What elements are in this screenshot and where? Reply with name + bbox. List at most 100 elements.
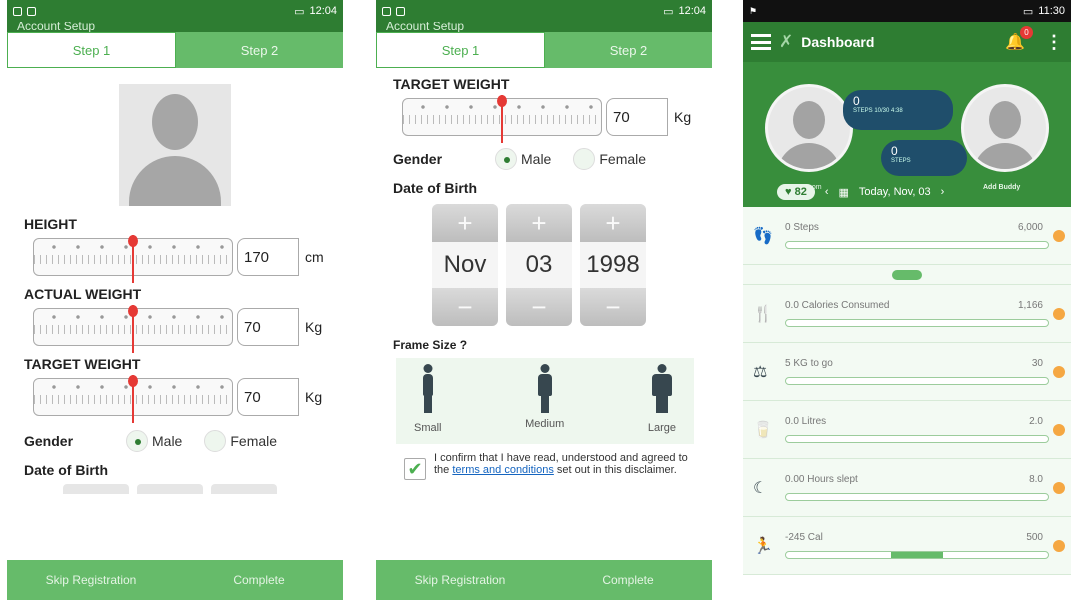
- tab-step1[interactable]: Step 1: [376, 32, 545, 68]
- bell-icon[interactable]: 🔔 0: [1005, 26, 1033, 52]
- target-weight-title: TARGET WEIGHT: [393, 76, 510, 92]
- profile-photo[interactable]: [119, 84, 231, 206]
- terms-link[interactable]: terms and conditions: [452, 464, 554, 476]
- terms-confirm-row: ✔ I confirm that I have read, understood…: [376, 444, 712, 480]
- terms-checkbox[interactable]: ✔: [404, 458, 426, 480]
- status-bar: ▭ 12:04: [376, 0, 712, 22]
- metric-progress-fill: [890, 552, 944, 558]
- tab-step1[interactable]: Step 1: [7, 32, 176, 68]
- height-ruler-slider[interactable]: [33, 235, 233, 283]
- metric-edit-icon[interactable]: [1053, 423, 1065, 436]
- target-weight-row: 70 Kg: [376, 95, 712, 143]
- month-value: Nov: [432, 242, 498, 288]
- target-weight-row: 70 Kg: [7, 375, 343, 423]
- actual-weight-ruler-slider[interactable]: [33, 305, 233, 353]
- day-decrement-button[interactable]: −: [506, 288, 572, 326]
- month-decrement-button[interactable]: −: [432, 288, 498, 326]
- female-radio[interactable]: Female: [204, 430, 277, 452]
- mail-icon: [27, 6, 36, 16]
- user-steps-text: STEPS 10/30 4:38: [853, 108, 903, 114]
- day-value: 03: [506, 242, 572, 288]
- metric-edit-icon[interactable]: [1053, 307, 1065, 320]
- ruler-marker-icon[interactable]: [497, 95, 507, 143]
- height-title: HEIGHT: [24, 216, 77, 232]
- next-day-icon[interactable]: ›: [941, 186, 945, 198]
- metric-edit-icon[interactable]: [1053, 481, 1065, 494]
- target-weight-value-field[interactable]: 70: [606, 98, 668, 136]
- male-radio[interactable]: Male: [495, 148, 551, 170]
- moon-icon: ☾: [753, 479, 768, 497]
- complete-button[interactable]: Complete: [544, 560, 712, 600]
- complete-button[interactable]: Complete: [175, 560, 343, 600]
- heart-icon: ♥: [785, 186, 792, 198]
- gender-row: Gender Male Female: [7, 424, 343, 458]
- metric-row[interactable]: 👣 0 Steps 6,000: [743, 207, 1071, 265]
- ruler-marker-icon[interactable]: [128, 305, 138, 353]
- metric-row[interactable]: ☾ 0.00 Hours slept 8.0: [743, 459, 1071, 517]
- current-date[interactable]: Today, Nov, 03: [859, 186, 931, 198]
- tab-step2[interactable]: Step 2: [545, 32, 712, 68]
- month-picker: + Nov −: [432, 204, 498, 326]
- female-radio[interactable]: Female: [573, 148, 646, 170]
- metric-progress-bar: [785, 319, 1049, 327]
- frame-small-option[interactable]: Small: [414, 364, 442, 444]
- user-steps-value: 0: [853, 94, 860, 108]
- status-time: 12:04: [309, 5, 337, 17]
- buddy-steps-text: STEPS: [891, 158, 911, 164]
- month-increment-button[interactable]: +: [432, 204, 498, 242]
- battery-icon: ▭: [294, 5, 305, 18]
- height-value-field[interactable]: 170: [237, 238, 299, 276]
- medium-body-icon: [534, 364, 556, 414]
- ruler-marker-icon[interactable]: [128, 375, 138, 423]
- metric-target: 1,166: [1017, 300, 1043, 311]
- metric-target: 6,000: [1017, 222, 1043, 233]
- metric-label: 0 Steps: [785, 222, 819, 233]
- frame-size-options: Small Medium Large: [396, 358, 694, 444]
- target-weight-ruler-slider[interactable]: [402, 95, 602, 143]
- metric-row[interactable]: 🥛 0.0 Litres 2.0: [743, 401, 1071, 459]
- year-decrement-button[interactable]: −: [580, 288, 646, 326]
- metric-row[interactable]: 🏃 -245 Cal 500: [743, 517, 1071, 575]
- metric-row[interactable]: 🍴 0.0 Calories Consumed 1,166: [743, 285, 1071, 343]
- terms-text: I confirm that I have read, understood a…: [434, 452, 694, 480]
- metric-edit-icon[interactable]: [1053, 539, 1065, 552]
- hearts-count: 82: [794, 186, 807, 198]
- status-bar: ⚑ ▭ 11:30: [743, 0, 1071, 22]
- target-weight-value-field[interactable]: 70: [237, 378, 299, 416]
- metric-label: 0.00 Hours slept: [785, 474, 858, 485]
- frame-medium-option[interactable]: Medium: [525, 364, 564, 444]
- actual-weight-value-field[interactable]: 70: [237, 308, 299, 346]
- calendar-icon[interactable]: ▦: [839, 186, 849, 199]
- metric-target: 8.0: [1029, 474, 1043, 485]
- year-increment-button[interactable]: +: [580, 204, 646, 242]
- metric-content: 0.0 Litres 2.0: [785, 416, 1049, 443]
- battery-icon: ▭: [663, 5, 674, 18]
- dob-title: Date of Birth: [24, 462, 108, 478]
- metric-row[interactable]: ⚖ 5 KG to go 30: [743, 343, 1071, 401]
- skip-registration-button[interactable]: Skip Registration: [376, 560, 544, 600]
- frame-small-label: Small: [414, 422, 442, 434]
- frame-large-option[interactable]: Large: [648, 364, 676, 444]
- day-increment-button[interactable]: +: [506, 204, 572, 242]
- metric-edit-icon[interactable]: [1053, 229, 1065, 242]
- dob-picker-peek: [7, 484, 343, 494]
- hamburger-menu-icon[interactable]: [751, 34, 771, 50]
- more-vert-icon[interactable]: ⋮: [1045, 32, 1063, 53]
- notification-icon: [13, 6, 22, 16]
- expand-toggle[interactable]: [743, 265, 1071, 285]
- male-radio[interactable]: Male: [126, 430, 182, 452]
- buddy-avatar[interactable]: [961, 84, 1049, 172]
- gender-row: Gender Male Female: [376, 142, 712, 176]
- bottom-actions: Skip Registration Complete: [7, 560, 343, 600]
- tab-step2[interactable]: Step 2: [176, 32, 343, 68]
- prev-day-icon[interactable]: ‹: [825, 186, 829, 198]
- actual-weight-title: ACTUAL WEIGHT: [24, 286, 142, 302]
- skip-registration-button[interactable]: Skip Registration: [7, 560, 175, 600]
- metric-edit-icon[interactable]: [1053, 365, 1065, 378]
- user-avatar[interactable]: [765, 84, 853, 172]
- metric-content: 0 Steps 6,000: [785, 222, 1049, 249]
- metric-progress-bar: [785, 241, 1049, 249]
- frame-size-title: Frame Size ?: [393, 338, 468, 352]
- ruler-marker-icon[interactable]: [128, 235, 138, 283]
- target-weight-ruler-slider[interactable]: [33, 375, 233, 423]
